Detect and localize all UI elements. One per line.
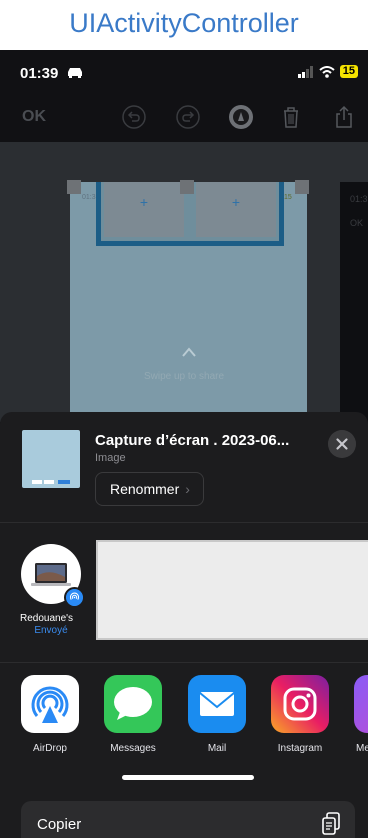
wifi-icon [319,65,335,78]
app-mail[interactable]: Mail [188,675,248,754]
app-airdrop[interactable]: AirDrop [21,675,81,754]
crop-handle-top-right[interactable] [295,180,309,194]
attachment-preview-box [96,540,368,640]
copy-label: Copier [37,816,82,833]
close-icon[interactable] [328,430,356,458]
preview-cell-left: + [104,182,184,237]
status-indicators: 15 [297,65,358,78]
more-app-icon [354,675,368,733]
app-label-airdrop: AirDrop [33,743,67,754]
swipe-hint: Swipe up to share [143,371,225,382]
markup-pen-icon[interactable] [228,104,254,130]
apps-row: AirDrop Messages Mail Instagram Me [0,665,368,785]
preview-cell-right: + [196,182,276,237]
car-icon [68,68,82,78]
person-name: Redouane's [20,613,74,624]
adjacent-screenshot: 01:3 OK [340,182,368,422]
thumb-detail-2 [44,480,54,484]
instagram-icon [271,675,329,733]
mini-status-time: 01:3 [82,194,96,201]
chevron-up-icon [182,347,196,357]
phone-screen: 01:39 15 OK 01:3 15 + + 01:3 OK Swipe up… [0,50,368,838]
airdrop-people-row: Redouane's Envoyé [0,524,368,656]
share-icon[interactable] [331,104,357,130]
signal-icon [297,65,313,78]
side-ok: OK [350,218,364,228]
airdrop-icon [21,675,79,733]
mail-icon [188,675,246,733]
battery-indicator: 15 [339,65,358,78]
redo-icon[interactable] [175,104,201,130]
app-label-mail: Mail [207,743,227,754]
share-sheet-header: Capture d’écran . 2023-06... Image Renom… [0,412,368,520]
file-type: Image [95,452,126,464]
thumb-detail-3 [58,480,70,484]
file-title: Capture d’écran . 2023-06... [95,432,290,449]
rename-button[interactable]: Renommer › [95,472,204,506]
crop-handle-top-center[interactable] [180,180,194,194]
status-time: 01:39 [20,65,59,82]
ok-button[interactable]: OK [22,108,46,126]
rename-label: Renommer [110,481,180,497]
app-label-messages: Messages [110,743,156,754]
app-messages[interactable]: Messages [104,675,164,754]
mini-battery: 15 [284,194,292,201]
copy-icon [322,812,340,835]
app-more[interactable]: Me [354,675,368,754]
crop-handle-top-left[interactable] [67,180,81,194]
markup-toolbar: OK [0,96,368,138]
airdrop-badge-icon [64,587,85,608]
file-thumbnail [22,430,80,488]
copy-action[interactable]: Copier [21,801,355,838]
messages-icon [104,675,162,733]
app-label-more: Me [356,743,368,754]
trash-icon[interactable] [278,104,304,130]
page-title: UIActivityController [69,8,299,38]
side-time: 01:3 [350,194,368,204]
app-label-instagram: Instagram [277,743,323,754]
thumb-detail-1 [32,480,42,484]
app-instagram[interactable]: Instagram [271,675,331,754]
screenshot-preview: 01:3 15 + + 01:3 OK Swipe up to share [0,142,368,482]
divider [0,522,368,523]
undo-icon[interactable] [121,104,147,130]
person-status: Envoyé [34,625,68,636]
status-bar: 01:39 15 [0,50,368,96]
divider [0,662,368,663]
chevron-right-icon: › [185,481,190,497]
home-indicator[interactable] [122,775,254,780]
